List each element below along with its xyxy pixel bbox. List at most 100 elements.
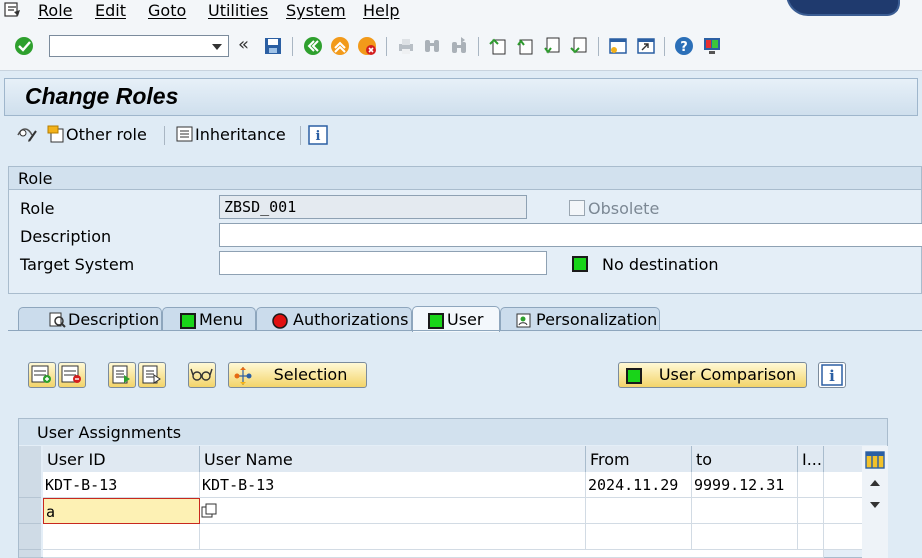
description-label: Description	[20, 227, 112, 246]
toolbar-separator	[664, 37, 665, 56]
obsolete-checkbox[interactable]	[569, 200, 585, 216]
menu-help[interactable]: Help	[363, 1, 399, 20]
table-cell-filler	[824, 524, 862, 550]
tab-menu-label: Menu	[199, 310, 243, 329]
column-header-from[interactable]: From	[586, 446, 692, 472]
row-selector[interactable]	[19, 498, 41, 524]
tab-user[interactable]: User	[412, 306, 500, 332]
scroll-down-icon[interactable]	[870, 502, 880, 508]
role-label: Role	[20, 199, 55, 218]
column-header-to[interactable]: to	[692, 446, 798, 472]
description-field[interactable]	[219, 223, 922, 247]
cancel-icon[interactable]	[357, 36, 377, 56]
table-corner[interactable]	[19, 446, 41, 472]
selection-icon	[234, 367, 252, 385]
scroll-up-icon[interactable]	[870, 480, 880, 486]
prev-page-icon[interactable]	[515, 36, 535, 56]
inheritance-button[interactable]: Inheritance	[175, 125, 286, 144]
tab-authorizations[interactable]: Authorizations	[256, 307, 412, 331]
exit-icon[interactable]	[330, 36, 350, 56]
select-all-button[interactable]	[108, 362, 136, 388]
table-cell-indicator[interactable]	[798, 524, 824, 550]
user-comparison-button[interactable]: User Comparison	[618, 362, 807, 388]
glasses-icon	[190, 368, 213, 381]
customize-layout-icon[interactable]	[702, 36, 722, 56]
tab-menu[interactable]: Menu	[162, 307, 256, 331]
enter-icon[interactable]	[14, 36, 34, 56]
role-group-title: Role	[18, 169, 53, 188]
role-group-box: Role Role ZBSD_001 Obsolete Description …	[8, 166, 922, 294]
deselect-all-icon	[142, 365, 161, 384]
info-icon[interactable]: i	[308, 125, 328, 145]
insert-row-button[interactable]	[28, 362, 56, 388]
row-selector[interactable]	[19, 550, 41, 558]
tab-personalization[interactable]: Personalization	[500, 307, 660, 331]
tab-description-label: Description	[68, 310, 160, 329]
vertical-scrollbar[interactable]	[862, 446, 888, 558]
green-status-icon	[180, 313, 196, 329]
help-icon[interactable]: ?	[674, 36, 694, 56]
chevron-down-icon[interactable]	[212, 44, 222, 50]
column-header-user-name[interactable]: User Name	[200, 446, 586, 472]
personalization-icon	[516, 313, 531, 328]
menu-system[interactable]: System	[286, 1, 346, 20]
last-page-icon[interactable]	[569, 36, 589, 56]
toolbar-separator	[598, 37, 599, 56]
column-layout-icon[interactable]	[865, 451, 885, 469]
row-selector[interactable]	[19, 472, 41, 498]
tab-personalization-label: Personalization	[536, 310, 658, 329]
print-icon[interactable]	[396, 36, 416, 56]
display-change-icon[interactable]	[15, 125, 39, 145]
table-cell-from[interactable]	[586, 524, 692, 550]
table-cell-to[interactable]: 9999.12.31	[692, 472, 798, 498]
table-cell-empty[interactable]	[43, 550, 824, 558]
find-icon[interactable]	[422, 36, 442, 56]
svg-text:i: i	[829, 367, 835, 385]
row-selector[interactable]	[19, 524, 41, 550]
column-header-user-id[interactable]: User ID	[43, 446, 200, 472]
info-button[interactable]: i	[818, 362, 846, 388]
table-cell-from[interactable]: 2024.11.29	[586, 472, 692, 498]
table-cell-to[interactable]	[692, 498, 798, 524]
value-help-icon[interactable]	[201, 503, 218, 520]
menu-role[interactable]: Role	[38, 1, 72, 20]
find-next-icon[interactable]	[449, 36, 469, 56]
next-page-icon[interactable]	[542, 36, 562, 56]
description-icon	[49, 312, 66, 328]
role-group-header: Role	[9, 167, 921, 190]
table-cell-user-id[interactable]: KDT-B-13	[43, 472, 200, 498]
other-object-icon	[47, 125, 64, 143]
table-cell-user-name[interactable]: KDT-B-13	[200, 472, 586, 498]
tab-authorizations-label: Authorizations	[293, 310, 409, 329]
menu-icon[interactable]	[4, 2, 22, 18]
tab-description[interactable]: Description	[18, 307, 162, 331]
delete-row-button[interactable]	[58, 362, 86, 388]
selection-button[interactable]: Selection	[228, 362, 367, 388]
target-system-field[interactable]	[219, 251, 547, 275]
green-status-icon	[428, 313, 444, 329]
deselect-all-button[interactable]	[138, 362, 166, 388]
menu-utilities[interactable]: Utilities	[208, 1, 268, 20]
user-details-button[interactable]	[188, 362, 216, 388]
column-header-indicator[interactable]: I...	[798, 446, 824, 472]
command-field[interactable]	[49, 35, 229, 57]
table-cell-from[interactable]	[586, 498, 692, 524]
table-cell-indicator[interactable]	[798, 472, 824, 498]
table-cell-user-id[interactable]	[43, 524, 200, 550]
table-cell-user-name[interactable]	[200, 524, 586, 550]
menu-goto[interactable]: Goto	[148, 1, 186, 20]
table-cell-user-id-input[interactable]: a	[43, 498, 200, 524]
inheritance-label: Inheritance	[195, 125, 286, 144]
menu-edit[interactable]: Edit	[95, 1, 126, 20]
shortcut-icon[interactable]	[636, 36, 656, 56]
first-page-icon[interactable]	[488, 36, 508, 56]
double-left-icon[interactable]: «	[238, 34, 258, 55]
other-role-button[interactable]: Other role	[46, 125, 147, 144]
svg-text:i: i	[316, 129, 321, 144]
table-cell-user-name[interactable]	[200, 498, 586, 524]
table-cell-indicator[interactable]	[798, 498, 824, 524]
table-cell-to[interactable]	[692, 524, 798, 550]
new-session-icon[interactable]	[608, 36, 628, 56]
back-nav-icon[interactable]	[303, 36, 323, 56]
save-icon[interactable]	[263, 36, 283, 56]
